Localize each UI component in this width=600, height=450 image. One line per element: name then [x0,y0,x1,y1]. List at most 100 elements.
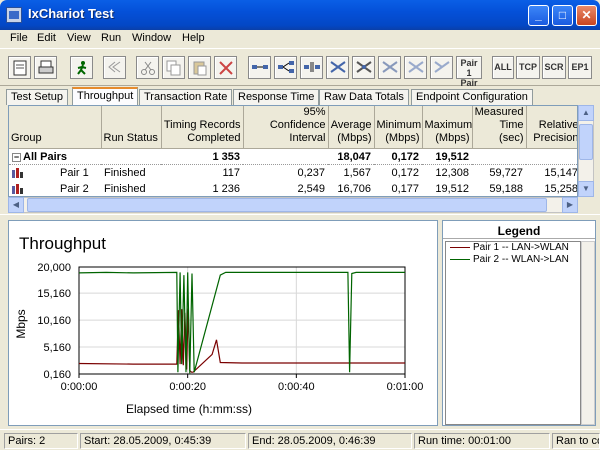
tab-response-time[interactable]: Response Time [233,89,320,105]
throughput-chart-panel: Throughput 0,160 5,160 10,160 15,160 20,000 0… [8,220,438,426]
tab-test-setup[interactable]: Test Setup [6,89,68,105]
group-icon[interactable] [326,56,349,79]
pair-average: 1,567 [343,166,371,179]
maximize-button[interactable]: □ [552,5,573,26]
pair-confidence: 0,237 [297,166,325,179]
multicast-pair-icon[interactable] [274,56,297,79]
pair-label: Pair 1 [60,166,89,179]
y-axis-label: Mbps [14,309,28,338]
grid-vscroll-thumb[interactable] [579,124,593,160]
all-pairs-records: 1 353 [161,148,243,165]
x-tick-label: 0:00:20 [169,381,206,393]
scroll-down-icon[interactable]: ▼ [578,181,594,197]
menu-window[interactable]: Window [132,32,171,44]
status-runtime: Run time: 00:01:00 [414,433,550,449]
status-pairs: Pairs: 2 [4,433,78,449]
legend-item-pair-2[interactable]: Pair 2 -- WLAN->LAN [446,254,580,266]
legend-label: Pair 2 -- WLAN->LAN [473,254,569,265]
legend-scrollbar[interactable] [581,241,595,425]
pair-icon[interactable] [248,56,271,79]
col-run-status[interactable]: Run Status [101,106,162,149]
close-button[interactable]: ✕ [576,5,597,26]
col-measured-time[interactable]: Measured Time (sec) [472,106,527,149]
throughput-chart: Throughput 0,1605,16010,16015,16020,0000… [14,234,424,416]
scroll-right-icon[interactable]: ▶ [562,197,578,213]
col-timing-records[interactable]: Timing Records Completed [161,106,244,149]
paste-icon[interactable] [188,56,211,79]
filter-ep1-button[interactable]: EP1 [568,56,592,79]
series-line-pair-2 [78,271,405,374]
pair-cell: Pair 1 [9,165,101,181]
x-tick-label: 0:01:00 [387,381,424,393]
copy-icon[interactable] [162,56,185,79]
tab-throughput[interactable]: Throughput [72,87,139,105]
table-row[interactable]: Pair 2 Finished 1 236 2,549 16,706 0,177… [9,181,577,197]
tab-strip: Test Setup Throughput Transaction Rate R… [4,87,596,105]
pair-minimum: 0,177 [391,182,419,195]
col-relative-precision[interactable]: Relative Precision [526,106,577,149]
menu-view[interactable]: View [67,32,91,44]
pair-records: 117 [222,166,240,179]
pair-toggle-button[interactable]: Pair 1 Pair 2 [456,56,482,98]
col-confidence[interactable]: 95% Confidence Interval [243,106,329,149]
print-icon[interactable] [34,56,57,79]
legend-item-pair-1[interactable]: Pair 1 -- LAN->WLAN [446,242,580,254]
scroll-left-icon[interactable]: ◀ [8,197,24,213]
pair-toggle-line1: Pair 1 [460,58,478,78]
all-pairs-status [101,148,161,165]
all-pairs-precision [526,148,577,165]
video-pair-icon[interactable] [378,56,401,79]
all-pairs-time [472,148,526,165]
chart-title: Throughput [19,234,106,253]
col-group[interactable]: Group [9,106,102,149]
window-title: IxChariot Test [28,6,114,21]
pair-records: 1 236 [212,182,240,195]
grid-vertical-scrollbar[interactable]: ▲ ▼ [578,105,594,197]
pair-chart-icon [12,183,24,194]
table-row-all-pairs[interactable]: − All Pairs 1 353 18,047 0,172 19,512 [9,148,577,165]
legend-list: Pair 1 -- LAN->WLAN Pair 2 -- WLAN->LAN [445,241,581,425]
x-tick-label: 0:00:40 [278,381,315,393]
collapse-icon[interactable]: − [12,152,21,162]
grid-hscroll-thumb[interactable] [27,198,547,212]
cut-icon[interactable] [136,56,159,79]
tab-transaction-rate[interactable]: Transaction Rate [139,89,233,105]
filter-all-button[interactable]: ALL [492,56,514,79]
pair-maximum: 12,308 [435,166,469,179]
minimize-button[interactable]: _ [528,5,549,26]
hardware-pair-icon[interactable] [300,56,323,79]
all-pairs-label: All Pairs [23,150,68,163]
all-pairs-confidence [243,148,328,165]
y-tick-label: 0,160 [43,369,71,381]
col-maximum[interactable]: Maximum (Mbps) [422,106,473,149]
run-icon[interactable] [70,56,93,79]
pair-status: Finished [104,166,146,179]
menu-help[interactable]: Help [182,32,205,44]
status-bar: Pairs: 2 Start: 28.05.2009, 0:45:39 End:… [0,429,600,450]
app-icon [6,7,22,23]
menu-edit[interactable]: Edit [37,32,56,44]
status-ran: Ran to co [552,433,600,449]
menu-file[interactable]: File [10,32,28,44]
delete-icon[interactable] [214,56,237,79]
table-row[interactable]: Pair 1 Finished 117 0,237 1,567 0,172 12… [9,165,577,181]
tab-endpoint-configuration[interactable]: Endpoint Configuration [411,89,533,105]
filter-tcp-button[interactable]: TCP [516,56,540,79]
rewind-icon[interactable] [103,56,126,79]
scroll-up-icon[interactable]: ▲ [578,105,594,121]
grid-horizontal-scrollbar[interactable]: ◀ ▶ [8,197,578,213]
all-pairs-average: 18,047 [328,148,374,165]
results-grid[interactable]: Group Run Status Timing Records Complete… [8,105,578,197]
legend-panel: Legend Pair 1 -- LAN->WLAN Pair 2 -- WLA… [442,220,596,426]
filter-scr-button[interactable]: SCR [542,56,566,79]
mixed-pair-icon[interactable] [430,56,453,79]
x-axis-label: Elapsed time (h:mm:ss) [126,402,252,416]
col-average[interactable]: Average (Mbps) [328,106,375,149]
menu-run[interactable]: Run [101,32,121,44]
status-end: End: 28.05.2009, 0:46:39 [248,433,412,449]
voip-pair-icon[interactable] [352,56,375,79]
new-icon[interactable] [8,56,31,79]
app-group-icon[interactable] [404,56,427,79]
tab-raw-data-totals[interactable]: Raw Data Totals [319,89,409,105]
col-minimum[interactable]: Minimum (Mbps) [374,106,423,149]
